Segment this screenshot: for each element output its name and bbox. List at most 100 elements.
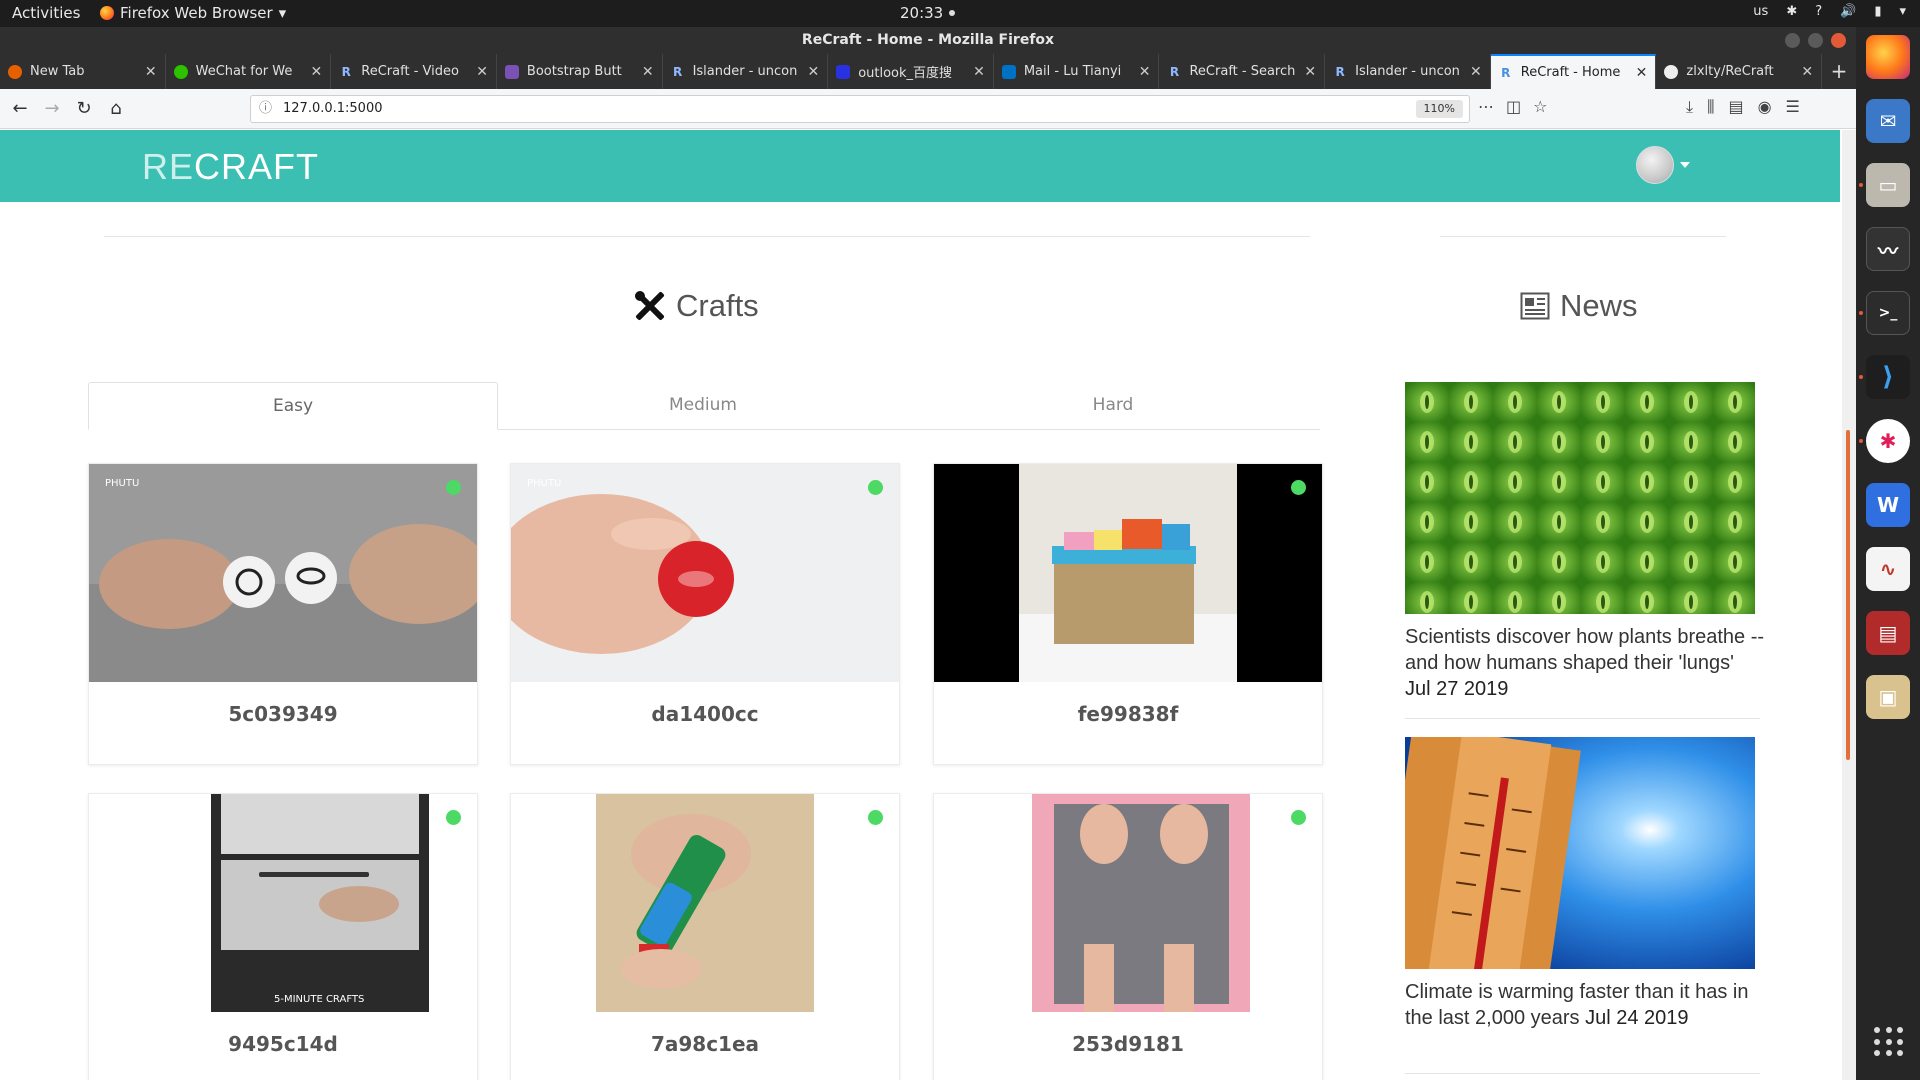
craft-card[interactable]: PHUTU da1400cc	[510, 463, 900, 765]
maximize-button[interactable]	[1808, 33, 1823, 48]
running-indicator-icon	[1859, 375, 1863, 379]
browser-tab[interactable]: R ReCraft - Search ✕	[1159, 54, 1326, 89]
status-dot	[868, 810, 883, 825]
news-headline[interactable]: Climate is warming faster than it has in…	[1405, 981, 1748, 1029]
site-logo[interactable]: RECRAFT	[142, 146, 319, 188]
wps-writer-icon[interactable]: W	[1866, 483, 1910, 527]
app-menu-label: Firefox Web Browser	[120, 4, 273, 22]
close-tab-icon[interactable]: ✕	[1636, 65, 1648, 81]
app-menu[interactable]: Firefox Web Browser ▾	[100, 4, 286, 22]
sidebar-icon[interactable]: ▤	[1728, 97, 1743, 117]
browser-tab[interactable]: R Islander - uncon ✕	[663, 54, 829, 89]
download-icon[interactable]: ⤓	[1686, 97, 1693, 117]
document-viewer-icon[interactable]: ∿	[1866, 547, 1910, 591]
close-window-button[interactable]	[1831, 33, 1846, 48]
news-item[interactable]: Scientists discover how plants breathe -…	[1405, 624, 1765, 702]
close-tab-icon[interactable]: ✕	[1801, 64, 1813, 80]
library-icon[interactable]: ⫼	[1707, 97, 1714, 117]
craft-thumbnail[interactable]: PHUTU	[511, 464, 899, 682]
battery-icon[interactable]: ▮	[1874, 4, 1881, 19]
close-tab-icon[interactable]: ✕	[1139, 64, 1151, 80]
craft-id[interactable]: 9495c14d	[89, 1032, 477, 1056]
craft-id[interactable]: 5c039349	[89, 702, 477, 726]
site-info-icon[interactable]: ⓘ	[259, 96, 272, 122]
tab-hard[interactable]: Hard	[908, 382, 1318, 430]
image-viewer-icon[interactable]: ▣	[1866, 675, 1910, 719]
presentation-icon[interactable]: ▤	[1866, 611, 1910, 655]
browser-tab[interactable]: New Tab ✕	[0, 54, 166, 89]
close-tab-icon[interactable]: ✕	[145, 64, 157, 80]
craft-id[interactable]: da1400cc	[511, 702, 899, 726]
close-tab-icon[interactable]: ✕	[476, 64, 488, 80]
url-text[interactable]: 127.0.0.1:5000	[283, 96, 383, 122]
craft-thumbnail[interactable]	[511, 794, 899, 1012]
tab-medium[interactable]: Medium	[498, 382, 908, 430]
craft-card[interactable]: 5-MINUTE CRAFTS 9495c14d	[88, 793, 478, 1080]
close-tab-icon[interactable]: ✕	[311, 64, 323, 80]
craft-thumbnail[interactable]	[934, 794, 1322, 1012]
craft-id[interactable]: fe99838f	[934, 702, 1322, 726]
forward-icon[interactable]: →	[40, 97, 64, 121]
craft-id[interactable]: 253d9181	[934, 1032, 1322, 1056]
news-image[interactable]	[1405, 382, 1755, 614]
news-image[interactable]	[1405, 737, 1755, 969]
tab-easy[interactable]: Easy	[88, 382, 498, 430]
browser-tab[interactable]: zlxlty/ReCraft ✕	[1656, 54, 1823, 89]
craft-card[interactable]: 7a98c1ea	[510, 793, 900, 1080]
close-tab-icon[interactable]: ✕	[1304, 64, 1316, 80]
browser-tab[interactable]: R ReCraft - Video ✕	[331, 54, 497, 89]
craft-thumbnail[interactable]	[934, 464, 1322, 682]
close-tab-icon[interactable]: ✕	[1470, 64, 1482, 80]
activities-button[interactable]: Activities	[12, 4, 80, 22]
browser-tab[interactable]: WeChat for We ✕	[166, 54, 332, 89]
browser-tab[interactable]: Mail - Lu Tianyi ✕	[994, 54, 1160, 89]
browser-tab-active[interactable]: R ReCraft - Home ✕	[1490, 54, 1657, 89]
more-actions-icon[interactable]: ⋯	[1478, 97, 1494, 116]
craft-card[interactable]: 253d9181	[933, 793, 1323, 1080]
scrollbar-thumb[interactable]	[1846, 430, 1850, 760]
close-tab-icon[interactable]: ✕	[642, 64, 654, 80]
volume-icon[interactable]: 🔊	[1840, 4, 1856, 19]
home-icon[interactable]: ⌂	[104, 97, 128, 121]
slack-tray-icon[interactable]: ✱	[1786, 4, 1797, 19]
firefox-icon[interactable]	[1866, 35, 1910, 79]
slack-icon[interactable]: ✱	[1866, 419, 1910, 463]
recraft-favicon-icon: R	[1501, 65, 1511, 80]
minimize-button[interactable]	[1785, 33, 1800, 48]
close-tab-icon[interactable]: ✕	[973, 64, 985, 80]
thunderbird-icon[interactable]: ✉	[1866, 99, 1910, 143]
craft-card[interactable]: PHUTU 5c039349	[88, 463, 478, 765]
pocket-icon[interactable]: ◫	[1506, 97, 1521, 116]
new-tab-button[interactable]: +	[1822, 54, 1856, 89]
chevron-down-icon[interactable]: ▾	[1899, 4, 1906, 19]
account-icon[interactable]: ◉	[1758, 97, 1772, 117]
help-tray-icon[interactable]: ?	[1815, 4, 1822, 19]
terminal-icon[interactable]: >_	[1866, 291, 1910, 335]
clock[interactable]: 20:33	[900, 4, 956, 22]
url-bar[interactable]: ⓘ 127.0.0.1:5000 110%	[250, 95, 1470, 123]
hamburger-menu-icon[interactable]: ☰	[1786, 97, 1800, 117]
browser-tab[interactable]: R Islander - uncon ✕	[1325, 54, 1491, 89]
zoom-level-badge[interactable]: 110%	[1415, 100, 1463, 118]
browser-tab[interactable]: Bootstrap Butt ✕	[497, 54, 663, 89]
bookmark-star-icon[interactable]: ☆	[1533, 97, 1547, 116]
wechat-icon	[173, 64, 188, 79]
show-applications-icon[interactable]	[1874, 1027, 1904, 1057]
news-headline[interactable]: Scientists discover how plants breathe -…	[1405, 626, 1764, 674]
avatar[interactable]	[1636, 146, 1674, 184]
user-menu[interactable]	[1636, 146, 1690, 184]
craft-thumbnail[interactable]: 5-MINUTE CRAFTS	[89, 794, 477, 1012]
craft-thumbnail[interactable]: PHUTU	[89, 464, 477, 682]
vscode-icon[interactable]: ⟩	[1866, 355, 1910, 399]
keyboard-layout[interactable]: us	[1753, 4, 1768, 19]
reload-icon[interactable]: ↻	[72, 97, 96, 121]
craft-id[interactable]: 7a98c1ea	[511, 1032, 899, 1056]
page-scrollbar[interactable]	[1842, 130, 1856, 1080]
news-item[interactable]: Climate is warming faster than it has in…	[1405, 979, 1765, 1031]
craft-card[interactable]: fe99838f	[933, 463, 1323, 765]
close-tab-icon[interactable]: ✕	[807, 64, 819, 80]
files-icon[interactable]: ▭	[1866, 163, 1910, 207]
back-icon[interactable]: ←	[8, 97, 32, 121]
browser-tab[interactable]: outlook_百度搜 ✕	[828, 54, 994, 89]
system-monitor-icon[interactable]: 〰	[1866, 227, 1910, 271]
